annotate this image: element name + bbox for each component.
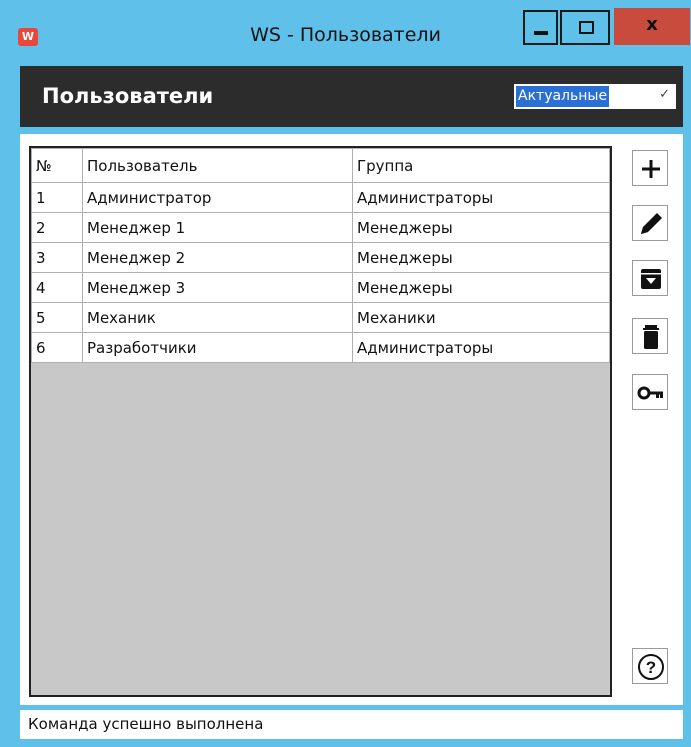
add-user-button[interactable] (632, 150, 668, 186)
filter-selected-value: Актуальные (516, 86, 610, 107)
cell-user: Механик (82, 302, 353, 333)
cell-group: Менеджеры (352, 272, 610, 303)
title-bar[interactable]: W WS - Пользователи x (0, 0, 691, 60)
table-row[interactable]: 5 Механик Механики (31, 302, 610, 333)
chevron-down-icon: ✓ (659, 87, 670, 102)
table-row[interactable]: 4 Менеджер 3 Менеджеры (31, 272, 610, 303)
svg-text:?: ? (646, 658, 656, 677)
cell-user: Администратор (82, 182, 353, 213)
archive-user-button[interactable] (632, 260, 668, 296)
table-row[interactable]: 1 Администратор Администраторы (31, 182, 610, 213)
cell-group: Администраторы (352, 182, 610, 213)
maximize-button[interactable] (560, 10, 610, 45)
table-header-row: № Пользователь Группа (31, 148, 610, 183)
cell-number: 2 (31, 212, 83, 243)
archive-icon (641, 269, 661, 289)
column-header-number[interactable]: № (31, 148, 83, 183)
help-icon: ? (638, 654, 664, 680)
cell-number: 1 (31, 182, 83, 213)
table-row[interactable]: 2 Менеджер 1 Менеджеры (31, 212, 610, 243)
table-row[interactable]: 3 Менеджер 2 Менеджеры (31, 242, 610, 273)
cell-number: 3 (31, 242, 83, 273)
cell-user: Менеджер 3 (82, 272, 353, 303)
cell-user: Менеджер 1 (82, 212, 353, 243)
change-password-button[interactable] (632, 374, 668, 410)
status-bar: Команда успешно выполнена (20, 710, 683, 739)
column-header-user[interactable]: Пользователь (82, 148, 353, 183)
cell-user: Менеджер 2 (82, 242, 353, 273)
key-icon (637, 386, 663, 400)
cell-group: Менеджеры (352, 242, 610, 273)
app-window: W WS - Пользователи x Пользователи Актуа… (0, 0, 691, 747)
content-panel: № Пользователь Группа 1 Администратор Ад… (20, 134, 683, 705)
column-header-group[interactable]: Группа (352, 148, 610, 183)
page-title: Пользователи (42, 84, 214, 108)
pencil-icon (641, 213, 662, 234)
cell-user: Разработчики (82, 332, 353, 363)
plus-icon (642, 160, 660, 178)
cell-group: Администраторы (352, 332, 610, 363)
table-row[interactable]: 6 Разработчики Администраторы (31, 332, 610, 363)
cell-number: 4 (31, 272, 83, 303)
users-table: № Пользователь Группа 1 Администратор Ад… (31, 148, 610, 363)
delete-user-button[interactable] (632, 318, 668, 354)
cell-number: 6 (31, 332, 83, 363)
users-grid[interactable]: № Пользователь Группа 1 Администратор Ад… (29, 146, 612, 697)
status-filter-select[interactable]: Актуальные ✓ (514, 84, 676, 109)
close-button[interactable]: x (614, 8, 690, 45)
trash-icon (643, 325, 659, 349)
cell-number: 5 (31, 302, 83, 333)
cell-group: Механики (352, 302, 610, 333)
edit-user-button[interactable] (632, 205, 668, 241)
help-button[interactable]: ? (632, 648, 668, 684)
minimize-button[interactable] (523, 10, 558, 45)
page-header: Пользователи Актуальные ✓ (20, 66, 683, 127)
cell-group: Менеджеры (352, 212, 610, 243)
